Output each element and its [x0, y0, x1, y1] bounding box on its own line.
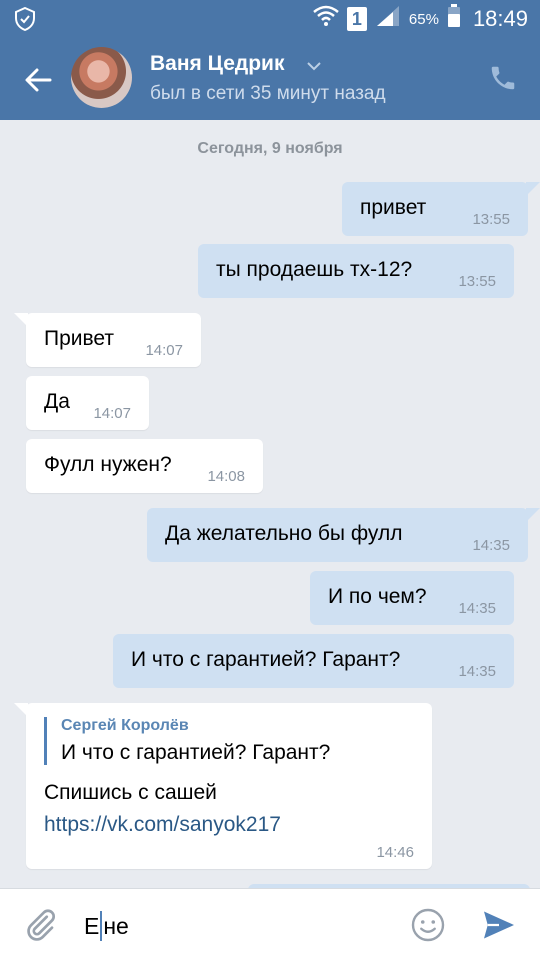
message-list[interactable]: Сегодня, 9 ноября привет 13:55 ты продае…: [0, 120, 540, 888]
message-bubble[interactable]: Фулл нужен? 14:08: [26, 439, 263, 493]
message-text: И что с гарантией? Гарант?: [131, 648, 401, 671]
signal-icon: [375, 5, 401, 33]
text-cursor: [100, 911, 103, 941]
message-time: 14:46: [376, 844, 414, 861]
input-text-after-cursor: не: [103, 912, 129, 939]
message-text: привет: [360, 196, 427, 219]
send-button[interactable]: [480, 907, 518, 943]
clock: 18:49: [472, 6, 528, 31]
battery-percent: 65%: [408, 10, 439, 28]
contact-name[interactable]: Ваня Цедрик: [150, 52, 284, 76]
attach-button[interactable]: [22, 907, 58, 943]
battery-icon: [447, 4, 461, 34]
message-time: 14:35: [458, 600, 496, 617]
message-text: Спишись с сашей: [44, 781, 217, 804]
emoji-button[interactable]: [410, 907, 446, 943]
message-text: Да желательно бы фулл: [165, 522, 403, 545]
message-text: ты продаешь тх-12?: [216, 258, 413, 281]
message-text: Да: [44, 390, 70, 413]
message-bubble[interactable]: И по чем? 14:35: [310, 571, 514, 625]
quoted-text: И что с гарантией? Гарант?: [61, 741, 331, 764]
message-text: И по чем?: [328, 585, 427, 608]
date-separator: Сегодня, 9 ноября: [197, 140, 343, 157]
sim-slot-icon: 1: [346, 7, 367, 31]
call-button[interactable]: [488, 63, 518, 93]
chevron-down-icon[interactable]: [306, 58, 322, 76]
message-time: 14:35: [472, 537, 510, 554]
message-time: 14:07: [93, 405, 131, 422]
status-bar: 1 65% 18:49: [0, 0, 540, 38]
message-bubble[interactable]: И что с гарантией? Гарант? 14:35: [113, 634, 514, 688]
message-bubble[interactable]: Привет 14:07: [14, 313, 201, 367]
message-link[interactable]: https://vk.com/sanyok217: [44, 813, 281, 837]
message-text: Привет: [44, 327, 115, 350]
message-bubble[interactable]: Да 14:07: [26, 376, 149, 430]
reply-message-bubble[interactable]: Сергей Королёв И что с гарантией? Гарант…: [14, 703, 432, 869]
message-bubble[interactable]: Да желательно бы фулл 14:35: [147, 508, 540, 562]
back-arrow-icon: [25, 68, 52, 92]
emoji-icon: [411, 908, 445, 942]
back-button[interactable]: [18, 60, 58, 100]
message-text: Фулл нужен?: [44, 453, 172, 476]
chat-header: Ваня Цедрик был в сети 35 минут назад: [0, 38, 540, 120]
phone-icon: [491, 66, 515, 90]
message-bubble[interactable]: ты продаешь тх-12? 13:55: [198, 244, 514, 298]
shield-icon: [14, 6, 36, 36]
quoted-reply[interactable]: Сергей Королёв И что с гарантией? Гарант…: [44, 717, 330, 765]
wifi-icon: [313, 5, 339, 33]
input-text-before-cursor: Е: [84, 912, 100, 939]
message-time: 14:08: [207, 468, 245, 485]
message-bubble[interactable]: привет 13:55: [342, 182, 540, 236]
message-time: 14:07: [145, 342, 183, 359]
paperclip-icon: [27, 909, 55, 941]
message-time: 13:55: [458, 273, 496, 290]
message-input[interactable]: Ене: [84, 907, 384, 945]
composer: Ене: [0, 888, 540, 960]
send-icon: [484, 911, 514, 939]
message-time: 13:55: [472, 211, 510, 228]
avatar[interactable]: [71, 47, 132, 108]
quoted-author: Сергей Королёв: [61, 717, 189, 734]
contact-status: был в сети 35 минут назад: [150, 83, 386, 104]
message-time: 14:35: [458, 663, 496, 680]
